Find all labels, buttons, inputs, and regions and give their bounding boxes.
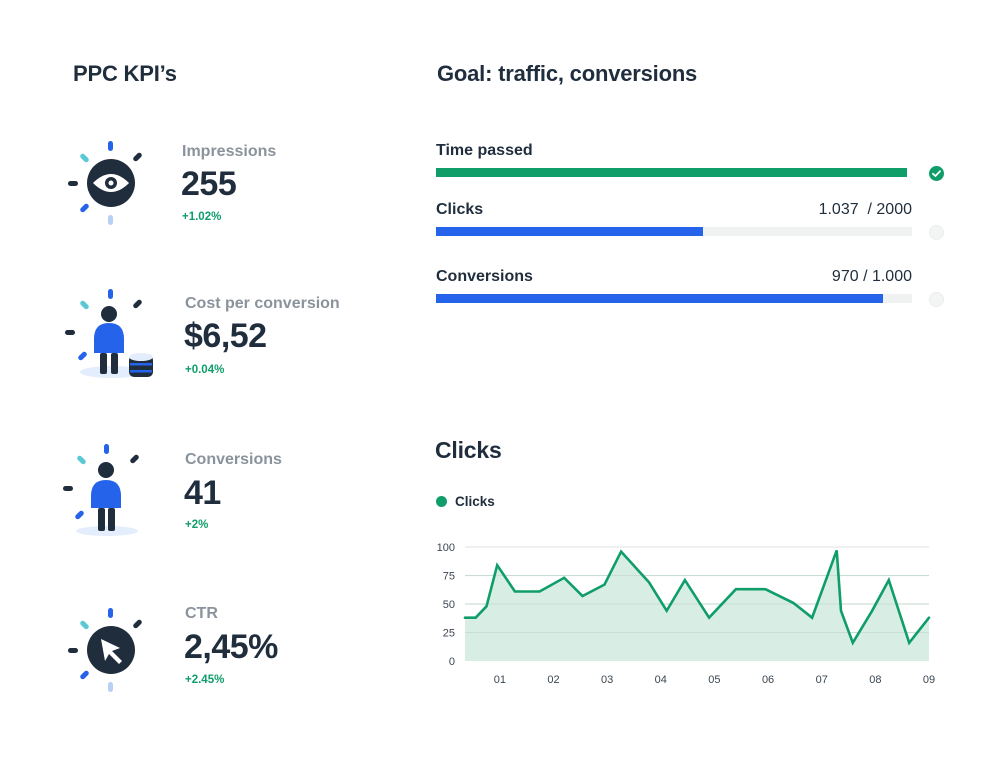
legend-swatch <box>436 496 447 507</box>
goal-row-clicks: Clicks 1.037 / 2000 <box>436 201 948 241</box>
kpi-label: Conversions <box>185 451 282 468</box>
goal-row-conversions: Conversions 970 / 1.000 <box>436 268 948 308</box>
x-tick-label: 03 <box>601 674 613 686</box>
clicks-line <box>463 549 931 646</box>
eye-icon <box>68 141 142 225</box>
kpi-cost-per-conversion: Cost per conversion $6,52 +0.04% <box>60 285 400 395</box>
x-tick-label: 06 <box>762 674 774 686</box>
y-tick-label: 50 <box>443 599 455 611</box>
goal-value: 970 / 1.000 <box>831 268 912 285</box>
chart-title: Clicks <box>435 437 502 463</box>
legend-label: Clicks <box>455 494 495 509</box>
kpi-label: Impressions <box>182 143 277 160</box>
kpi-delta: +2% <box>185 519 209 531</box>
y-tick-label: 100 <box>437 542 455 554</box>
progress-fill <box>436 294 884 303</box>
pending-circle-icon <box>929 225 944 240</box>
kpi-delta: +0.04% <box>185 364 225 376</box>
kpi-delta: +1.02% <box>182 211 222 223</box>
x-tick-label: 05 <box>708 674 720 686</box>
kpi-section-title: PPC KPI’s <box>73 61 177 86</box>
progress-fill <box>436 227 703 236</box>
pending-circle-icon <box>929 292 944 307</box>
progress-track <box>436 168 912 177</box>
goal-label: Clicks <box>436 201 484 218</box>
y-tick-label: 0 <box>449 656 455 668</box>
x-tick-label: 08 <box>869 674 881 686</box>
goal-value: 1.037 / 2000 <box>818 201 912 218</box>
progress-fill <box>436 168 908 177</box>
kpi-label: CTR <box>185 605 218 622</box>
y-tick-label: 75 <box>443 571 455 583</box>
check-circle-icon <box>929 166 944 181</box>
progress-track <box>436 227 912 236</box>
goal-label: Time passed <box>436 142 533 159</box>
x-tick-label: 01 <box>494 674 506 686</box>
kpi-conversions: Conversions 41 +2% <box>60 440 400 550</box>
kpi-value: 255 <box>181 165 237 203</box>
kpi-value: 41 <box>184 474 221 512</box>
progress-track <box>436 294 912 303</box>
person-coins-icon <box>65 289 153 378</box>
x-tick-label: 07 <box>816 674 828 686</box>
chart-legend: Clicks <box>436 494 495 509</box>
x-tick-label: 04 <box>655 674 667 686</box>
goal-section-title: Goal: traffic, conversions <box>437 61 698 86</box>
kpi-delta: +2.45% <box>185 674 225 686</box>
clicks-area <box>465 550 929 661</box>
x-tick-label: 02 <box>547 674 559 686</box>
kpi-ctr: CTR 2,45% +2.45% <box>60 603 400 713</box>
goal-label: Conversions <box>436 268 533 285</box>
person-icon <box>63 444 139 536</box>
goal-row-time-passed: Time passed <box>436 142 948 182</box>
kpi-value: $6,52 <box>184 317 267 355</box>
cursor-icon <box>68 608 142 692</box>
kpi-impressions: Impressions 255 +1.02% <box>60 135 400 245</box>
x-tick-label: 09 <box>923 674 935 686</box>
kpi-value: 2,45% <box>184 628 278 666</box>
y-tick-label: 25 <box>443 628 455 640</box>
kpi-label: Cost per conversion <box>185 295 340 312</box>
